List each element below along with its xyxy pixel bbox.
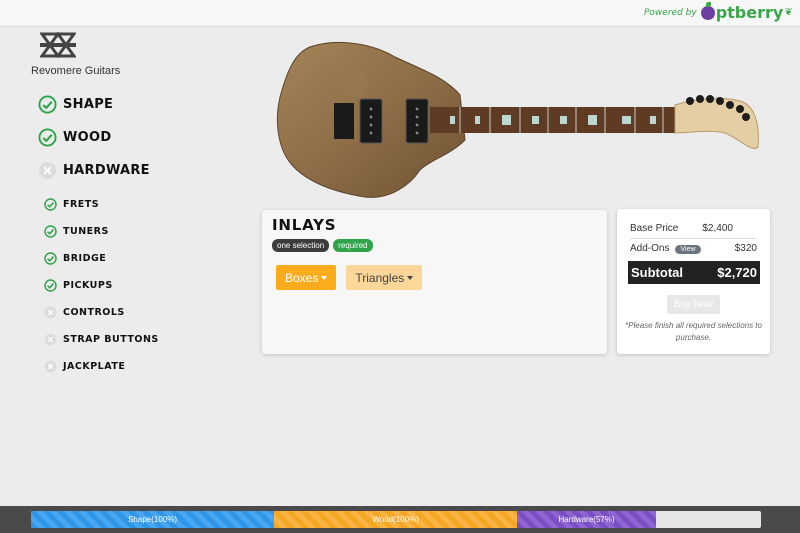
option-boxes-dropdown[interactable]: Boxes	[276, 265, 337, 290]
nav-substep-label: Tuners	[63, 226, 109, 237]
nav-substep-label: Strap Buttons	[63, 334, 159, 345]
check-circle-icon	[44, 279, 57, 292]
nav-substep-label: Bridge	[63, 253, 107, 264]
nav-substep-pickups[interactable]: Pickups	[44, 272, 258, 299]
addons-label: Add-Ons	[630, 243, 670, 254]
x-circle-icon	[44, 333, 57, 346]
nav-substep-label: Jackplate	[63, 361, 126, 372]
progress-segment-shape: Shape(100%)	[31, 511, 275, 528]
optberry-logo: ptberry ❦	[700, 1, 793, 22]
subtotal-label: Subtotal	[631, 265, 683, 280]
nav-substep-tuners[interactable]: Tuners	[44, 218, 258, 245]
base-price-value: $2,400	[702, 223, 733, 234]
nav-step-hardware[interactable]: Hardware	[38, 154, 258, 187]
progress-bar: Shape(100%) Wood(100%) Hardware(57%)	[31, 511, 761, 528]
leaf-icon: ❦	[784, 7, 793, 18]
nav-step-wood[interactable]: Wood	[38, 121, 258, 154]
panel-badges: one selection required	[272, 239, 373, 252]
nav-step-label: Hardware	[63, 163, 150, 178]
nav-substep-label: Pickups	[63, 280, 113, 291]
check-circle-icon	[44, 225, 57, 238]
nav-substep-frets[interactable]: Frets	[44, 191, 258, 218]
company-logo-icon	[40, 32, 76, 58]
x-circle-icon	[44, 360, 57, 373]
check-circle-icon	[44, 198, 57, 211]
panel-title: Inlays	[272, 216, 337, 234]
powered-by: Powered by ptberry ❦	[644, 1, 793, 22]
top-bar: Powered by ptberry ❦	[0, 0, 800, 27]
option-label: Boxes	[285, 270, 319, 285]
subtotal-value: $2,720	[717, 265, 757, 280]
guitar-preview-image	[276, 41, 759, 198]
nav-step-label: Wood	[63, 130, 112, 145]
check-circle-icon	[44, 252, 57, 265]
hardware-substeps: Frets Tuners Bridge Pickups Controls Str…	[38, 191, 258, 380]
addons-label-group: Add-Ons View	[630, 243, 701, 254]
view-addons-button[interactable]: View	[675, 245, 701, 254]
powered-by-label: Powered by	[644, 7, 697, 18]
base-price-label: Base Price	[630, 223, 679, 234]
progress-segment-wood: Wood(100%)	[274, 511, 518, 528]
progress-segment-hardware: Hardware(57%)	[517, 511, 656, 528]
nav-substep-label: Controls	[63, 307, 125, 318]
sidebar-nav: Shape Wood Hardware Frets Tuners Bridge …	[38, 88, 258, 380]
inlays-panel: Inlays one selection required Boxes Tria…	[262, 210, 607, 354]
subtotal-row: Subtotal $2,720	[628, 261, 760, 284]
divider	[630, 238, 757, 239]
required-badge: required	[333, 239, 373, 252]
addons-row: Add-Ons View $320	[630, 243, 757, 254]
nav-substep-label: Frets	[63, 199, 100, 210]
option-triangles-dropdown[interactable]: Triangles	[346, 265, 423, 290]
progress-footer: Shape(100%) Wood(100%) Hardware(57%)	[0, 506, 800, 533]
purchase-note: *Please finish all required selections t…	[625, 321, 762, 342]
nav-step-label: Shape	[63, 97, 114, 112]
base-price-row: Base Price $2,400	[630, 223, 757, 234]
selection-badge: one selection	[272, 239, 330, 252]
x-circle-icon	[44, 306, 57, 319]
inlay-options: Boxes Triangles	[276, 265, 423, 290]
caret-down-icon	[407, 275, 414, 280]
x-circle-icon	[38, 161, 57, 180]
check-circle-icon	[38, 95, 57, 114]
nav-substep-strap-buttons[interactable]: Strap Buttons	[44, 326, 258, 353]
company-name: Revomere Guitars	[31, 65, 121, 77]
nav-substep-controls[interactable]: Controls	[44, 299, 258, 326]
option-label: Triangles	[355, 270, 405, 285]
price-summary: Base Price $2,400 Add-Ons View $320 Subto…	[617, 209, 770, 354]
brand-name: ptberry	[715, 3, 784, 22]
nav-step-shape[interactable]: Shape	[38, 88, 258, 121]
caret-down-icon	[321, 275, 328, 280]
check-circle-icon	[38, 128, 57, 147]
nav-substep-jackplate[interactable]: Jackplate	[44, 353, 258, 380]
buy-now-button[interactable]: Buy Now	[667, 295, 720, 314]
berry-icon	[700, 1, 715, 20]
addons-value: $320	[734, 243, 757, 254]
nav-substep-bridge[interactable]: Bridge	[44, 245, 258, 272]
